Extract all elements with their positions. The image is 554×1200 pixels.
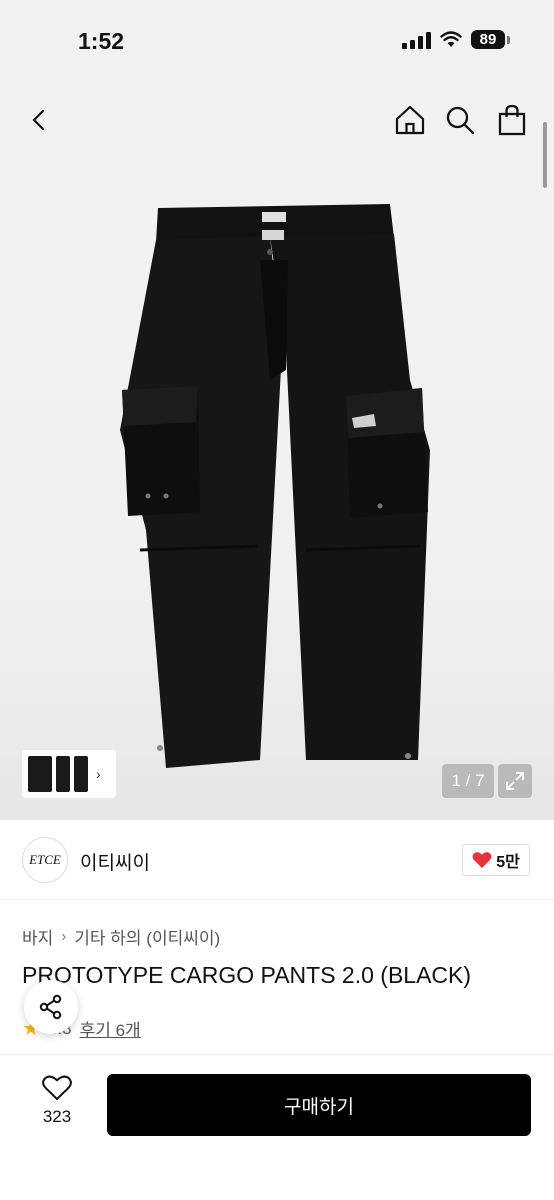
wishlist-button[interactable]: 323	[30, 1075, 84, 1135]
search-icon	[446, 106, 475, 135]
battery-icon: 89	[471, 30, 510, 49]
wifi-icon	[440, 31, 462, 47]
share-button[interactable]	[24, 980, 78, 1034]
brand-like-button[interactable]: 5만	[462, 844, 530, 876]
brand-like-count: 5만	[496, 854, 520, 871]
product-image-gallery[interactable]: › 1 / 7	[0, 160, 554, 820]
thumbnail-image	[74, 756, 88, 792]
home-icon	[395, 105, 425, 135]
brand-row[interactable]: ETCE 이티씨이 5만	[0, 820, 554, 900]
status-icons: 89	[402, 30, 510, 49]
search-button[interactable]	[440, 100, 480, 140]
signal-icon	[402, 31, 431, 49]
heart-icon	[42, 1075, 72, 1100]
scroll-indicator[interactable]	[543, 122, 547, 188]
thumbnail-image	[28, 756, 52, 792]
expand-button[interactable]	[498, 764, 532, 798]
image-counter: 1 / 7	[442, 764, 494, 798]
product-title: PROTOTYPE CARGO PANTS 2.0 (BLACK)	[22, 962, 472, 988]
expand-icon	[506, 772, 524, 790]
chevron-right-icon: ›	[61, 928, 67, 945]
thumbnail-image	[56, 756, 70, 792]
share-icon	[39, 994, 62, 1020]
breadcrumb-subcategory[interactable]: 기타 하의 (이티씨이)	[74, 924, 220, 949]
heart-icon	[472, 852, 492, 868]
thumbnail-strip[interactable]: ›	[22, 750, 116, 798]
breadcrumb: 바지 › 기타 하의 (이티씨이)	[22, 924, 220, 949]
product-image	[120, 204, 430, 768]
brand-name[interactable]: 이티씨이	[80, 848, 150, 875]
brand-logo[interactable]: ETCE	[22, 837, 68, 883]
chevron-right-icon: ›	[96, 766, 101, 782]
breadcrumb-category[interactable]: 바지	[22, 924, 53, 949]
top-nav	[0, 80, 554, 160]
battery-level: 89	[471, 30, 505, 49]
buy-button[interactable]: 구매하기	[107, 1074, 531, 1136]
review-link[interactable]: 후기 6개	[80, 1016, 141, 1041]
back-icon	[32, 109, 45, 131]
wishlist-count: 323	[42, 1107, 72, 1126]
home-button[interactable]	[390, 100, 430, 140]
cart-button[interactable]	[492, 100, 532, 140]
status-bar: 1:52 89	[0, 0, 554, 80]
status-time: 1:52	[78, 28, 125, 54]
bottom-action-bar: 323 구매하기	[0, 1054, 554, 1200]
bag-icon	[498, 104, 526, 136]
back-button[interactable]	[20, 100, 60, 140]
